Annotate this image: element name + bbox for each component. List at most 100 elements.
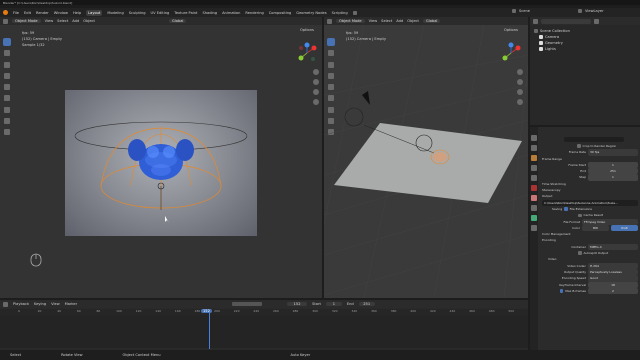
crop-checkbox[interactable] — [577, 144, 581, 148]
start-frame-field[interactable]: 1 — [325, 302, 342, 306]
right-menu-add[interactable]: Add — [396, 19, 403, 23]
measure-tool-icon[interactable] — [4, 118, 10, 124]
left-viewport[interactable]: Object Mode View Select Add Object Globa… — [0, 17, 322, 298]
right-viewport[interactable]: Object Mode View Select Add Object Globa… — [324, 17, 528, 298]
editor-type-icon[interactable] — [3, 18, 8, 24]
outliner-item-lights[interactable]: Lights — [534, 46, 570, 52]
video-codec-select[interactable]: H.264 — [588, 262, 638, 269]
perspective-toggle-icon[interactable] — [313, 99, 319, 105]
view-layer-tab-icon[interactable] — [531, 165, 537, 171]
right-menu-view[interactable]: View — [369, 19, 378, 23]
menu-window[interactable]: Window — [54, 11, 68, 15]
select-tool-icon[interactable] — [3, 38, 11, 46]
menu-render[interactable]: Render — [36, 11, 49, 15]
object-tab-icon[interactable] — [531, 195, 537, 201]
render-tab-icon[interactable] — [531, 145, 537, 151]
add-cube-tool-icon[interactable] — [4, 129, 10, 135]
right-zoom-icon[interactable] — [517, 69, 523, 75]
tab-rendering[interactable]: Rendering — [245, 11, 263, 15]
file-extensions-checkbox[interactable] — [564, 207, 568, 211]
playhead-line[interactable] — [209, 309, 210, 349]
right-menu-select[interactable]: Select — [381, 19, 392, 23]
right-navigation-gizmo[interactable] — [500, 42, 522, 64]
mode-select[interactable]: Object Mode — [12, 19, 41, 23]
right-menu-object[interactable]: Object — [407, 19, 419, 23]
filter-icon[interactable] — [594, 18, 599, 24]
outliner-editor-icon[interactable] — [533, 18, 538, 24]
playhead-frame-badge[interactable]: 152 — [201, 309, 212, 313]
tab-modeling[interactable]: Modeling — [107, 11, 123, 15]
tab-sculpting[interactable]: Sculpting — [129, 11, 146, 15]
timeline-menu-view[interactable]: View — [51, 302, 60, 306]
timeline-menu-keying[interactable]: Keying — [34, 302, 46, 306]
left-options-button[interactable]: Options — [300, 28, 314, 32]
tab-animation[interactable]: Animation — [222, 11, 240, 15]
tab-scripting[interactable]: Scripting — [332, 11, 348, 15]
left-orientation[interactable]: Global — [168, 19, 187, 23]
right-editor-type-icon[interactable] — [327, 18, 332, 24]
timeline[interactable]: Playback Keying View Marker 152 Start 1 … — [0, 300, 528, 350]
tab-layout[interactable]: Layout — [86, 9, 103, 16]
scene-selector[interactable]: Scene — [512, 9, 530, 13]
menu-help[interactable]: Help — [73, 11, 81, 15]
zoom-icon[interactable] — [313, 69, 319, 75]
menu-file[interactable]: File — [13, 11, 19, 15]
timeline-editor-icon[interactable] — [3, 301, 8, 307]
world-tab-icon[interactable] — [531, 185, 537, 191]
tool-tab-icon[interactable] — [531, 135, 537, 141]
tab-uv-editing[interactable]: UV Editing — [151, 11, 170, 15]
right-mode-select[interactable]: Object Mode — [336, 19, 365, 23]
pan-hand-icon[interactable] — [313, 79, 319, 85]
scene-tab-icon[interactable] — [531, 175, 537, 181]
right-orientation[interactable]: Global — [422, 19, 441, 23]
tab-texture-paint[interactable]: Texture Paint — [174, 11, 197, 15]
data-tab-icon[interactable] — [531, 215, 537, 221]
tab-compositing[interactable]: Compositing — [269, 11, 292, 15]
right-perspective-toggle-icon[interactable] — [517, 99, 523, 105]
tab-shading[interactable]: Shading — [202, 11, 217, 15]
outliner-search[interactable] — [541, 18, 591, 24]
properties-search[interactable] — [564, 137, 624, 142]
scale-tool-icon[interactable] — [4, 84, 10, 90]
rotate-tool-icon[interactable] — [4, 73, 10, 79]
output-tab-icon[interactable] — [531, 155, 537, 161]
frame-step-field[interactable]: 1 — [588, 174, 638, 181]
camera-view-icon[interactable] — [313, 89, 319, 95]
texture-tab-icon[interactable] — [531, 225, 537, 231]
frame-rate-select[interactable]: 30 fps — [588, 149, 638, 156]
tab-geometry-nodes[interactable]: Geometry Nodes — [296, 11, 326, 15]
color-bw-toggle[interactable]: BW — [582, 224, 609, 232]
left-navigation-gizmo[interactable] — [296, 42, 318, 64]
left-menu-select[interactable]: Select — [57, 19, 68, 23]
timeline-menu-playback[interactable]: Playback — [13, 302, 29, 306]
add-workspace-icon[interactable] — [352, 10, 357, 15]
view-layer-selector[interactable]: ViewLayer — [578, 9, 604, 13]
bframes-field[interactable]: 2 — [588, 287, 638, 295]
current-frame-field[interactable]: 152 — [287, 302, 308, 306]
annotate-tool-icon[interactable] — [4, 107, 10, 113]
right-pan-hand-icon[interactable] — [517, 79, 523, 85]
left-menu-add[interactable]: Add — [72, 19, 79, 23]
bframes-checkbox[interactable] — [559, 289, 564, 293]
encoding-speed-select[interactable]: Good — [588, 275, 638, 282]
end-frame-field[interactable]: 251 — [358, 302, 375, 306]
autosplit-checkbox[interactable] — [578, 251, 582, 255]
menu-edit[interactable]: Edit — [24, 11, 31, 15]
cache-result-checkbox[interactable] — [578, 213, 582, 218]
keyframe-interval-field[interactable]: 18 — [588, 281, 638, 288]
left-menu-object[interactable]: Object — [83, 19, 95, 23]
cache-result-label: Cache Result — [583, 213, 604, 218]
left-menu-view[interactable]: View — [45, 19, 54, 23]
output-section[interactable]: Output — [542, 193, 638, 199]
transform-tool-icon[interactable] — [4, 95, 10, 101]
blender-logo-icon[interactable] — [3, 10, 8, 15]
play-controls-icon[interactable] — [232, 302, 263, 306]
right-camera-view-icon[interactable] — [517, 89, 523, 95]
constraints-tab-icon[interactable] — [531, 205, 537, 211]
color-rgb-toggle[interactable]: RGB — [611, 224, 638, 232]
cursor-tool-icon[interactable] — [4, 50, 10, 56]
timeline-menu-marker[interactable]: Marker — [65, 302, 77, 306]
move-tool-icon[interactable] — [4, 62, 10, 68]
file-format-select[interactable]: FFmpeg Video — [582, 218, 638, 225]
timeline-tick-label: 480 — [488, 309, 495, 313]
